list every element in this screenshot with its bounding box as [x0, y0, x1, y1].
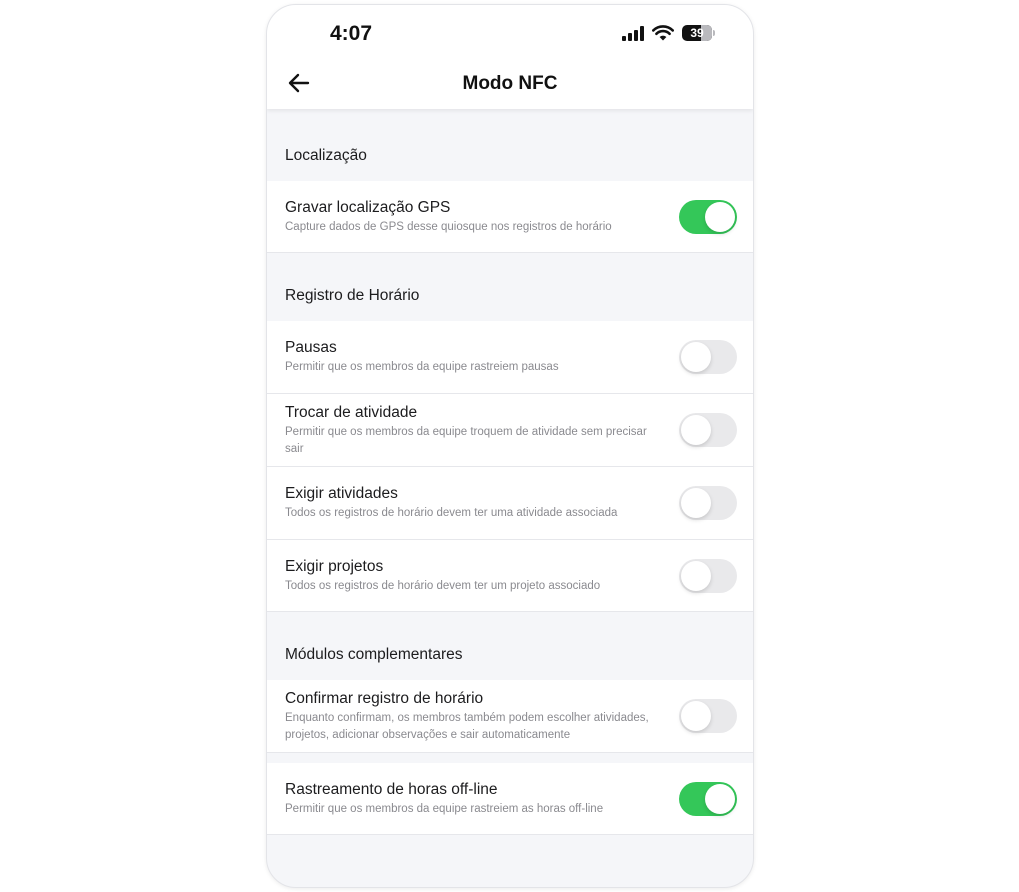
setting-title: Pausas: [285, 339, 337, 356]
section-header-time-tracking: Registro de Horário: [267, 253, 753, 321]
section-header-location: Localização: [267, 109, 753, 181]
setting-row-breaks: Pausas Permitir que os membros da equipe…: [267, 321, 753, 394]
row-gap: [267, 753, 753, 763]
settings-list: Localização Gravar localização GPS Captu…: [267, 109, 753, 835]
setting-description: Permitir que os membros da equipe troque…: [285, 426, 647, 455]
require-activities-toggle[interactable]: [679, 486, 737, 520]
status-time: 4:07: [330, 22, 373, 45]
battery-icon: 39: [682, 25, 712, 41]
setting-description: Capture dados de GPS desse quiosque nos …: [285, 221, 612, 233]
confirm-entry-toggle[interactable]: [679, 699, 737, 733]
battery-indicator: 39: [682, 25, 715, 41]
switch-activity-toggle[interactable]: [679, 413, 737, 447]
setting-title: Exigir projetos: [285, 558, 384, 575]
setting-row-confirm-entry: Confirmar registro de horário Enquanto c…: [267, 680, 753, 753]
offline-tracking-toggle[interactable]: [679, 782, 737, 816]
setting-description: Todos os registros de horário devem ter …: [285, 507, 618, 519]
setting-description: Permitir que os membros da equipe rastre…: [285, 361, 559, 373]
phone-frame: 4:07 39 Modo NFC Localização Gravar loca…: [266, 4, 754, 888]
setting-description: Permitir que os membros da equipe rastre…: [285, 803, 604, 815]
section-title: Registro de Horário: [285, 287, 420, 304]
top-bar: 4:07 39 Modo NFC: [267, 5, 753, 109]
section-title: Módulos complementares: [285, 646, 463, 663]
setting-description: Todos os registros de horário devem ter …: [285, 580, 601, 592]
status-icons: 39: [622, 25, 715, 41]
setting-title: Rastreamento de horas off-line: [285, 781, 498, 798]
require-projects-toggle[interactable]: [679, 559, 737, 593]
cellular-signal-icon: [622, 25, 644, 41]
setting-row-offline-tracking: Rastreamento de horas off-line Permitir …: [267, 763, 753, 835]
setting-title: Trocar de atividade: [285, 404, 418, 421]
setting-title: Confirmar registro de horário: [285, 690, 484, 707]
page-title: Modo NFC: [462, 73, 558, 94]
setting-row-require-projects: Exigir projetos Todos os registros de ho…: [267, 540, 753, 612]
setting-row-switch-activity: Trocar de atividade Permitir que os memb…: [267, 394, 753, 467]
setting-description: Enquanto confirmam, os membros também po…: [285, 712, 649, 741]
battery-level: 39: [690, 26, 704, 40]
setting-row-gps: Gravar localização GPS Capture dados de …: [267, 181, 753, 253]
setting-row-require-activities: Exigir atividades Todos os registros de …: [267, 467, 753, 540]
setting-title: Exigir atividades: [285, 485, 398, 502]
section-title: Localização: [285, 147, 367, 164]
wifi-icon: [652, 25, 674, 41]
setting-title: Gravar localização GPS: [285, 199, 451, 216]
gps-toggle[interactable]: [679, 200, 737, 234]
section-header-addons: Módulos complementares: [267, 612, 753, 680]
breaks-toggle[interactable]: [679, 340, 737, 374]
